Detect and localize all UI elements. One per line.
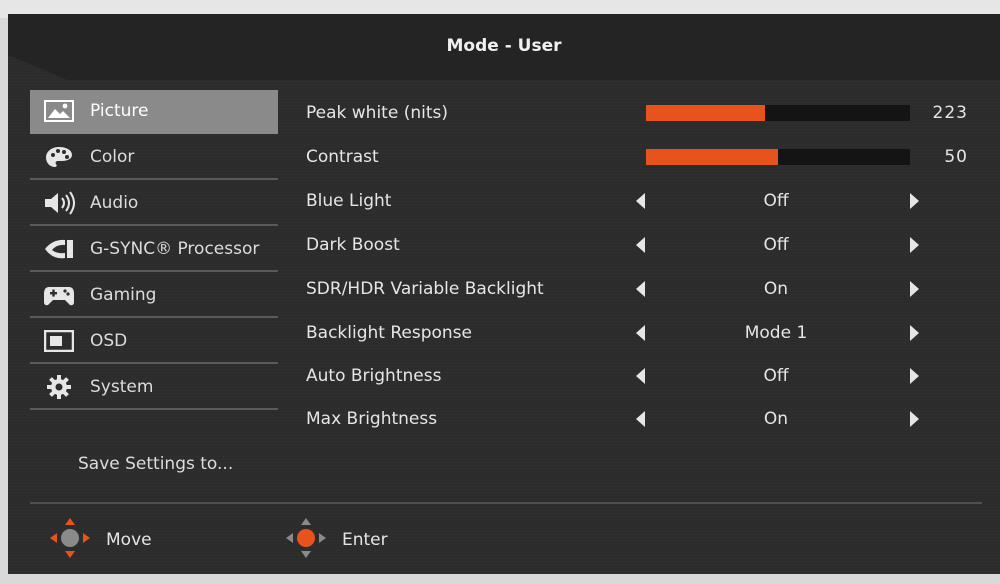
setting-label: Contrast — [306, 147, 379, 167]
slider-fill — [646, 149, 778, 165]
contrast-value: 50 — [944, 147, 968, 167]
setting-label: Backlight Response — [306, 323, 472, 343]
gamepad-icon — [42, 283, 76, 307]
setting-value: Off — [763, 235, 789, 255]
enter-hint: Enter — [284, 516, 388, 564]
arrow-left-icon[interactable] — [636, 368, 645, 384]
sidebar-item-label: System — [90, 377, 154, 397]
move-label: Move — [106, 530, 152, 550]
arrow-left-icon[interactable] — [636, 411, 645, 427]
arrow-right-icon[interactable] — [910, 237, 919, 253]
setting-value: Off — [763, 366, 789, 386]
setting-label: Dark Boost — [306, 235, 400, 255]
osd-icon — [42, 329, 76, 353]
contrast-row[interactable]: Contrast 50 — [306, 142, 986, 172]
setting-value: On — [763, 279, 789, 299]
enter-label: Enter — [342, 530, 388, 550]
sidebar-item-system[interactable]: System — [30, 366, 278, 410]
setting-value: On — [763, 409, 789, 429]
slider-fill — [646, 105, 765, 121]
sidebar-item-label: G-SYNC® Processor — [90, 239, 260, 259]
setting-label: SDR/HDR Variable Backlight — [306, 279, 544, 299]
save-settings-button[interactable]: Save Settings to... — [78, 454, 233, 474]
setting-value: Mode 1 — [744, 323, 808, 343]
sidebar-item-osd[interactable]: OSD — [30, 320, 278, 364]
nvidia-icon — [42, 237, 76, 261]
joystick-enter-icon — [284, 516, 328, 564]
arrow-right-icon[interactable] — [910, 193, 919, 209]
arrow-right-icon[interactable] — [910, 281, 919, 297]
footer-divider — [30, 502, 982, 504]
max-brightness-row[interactable]: Max Brightness On — [306, 404, 986, 434]
auto-brightness-row[interactable]: Auto Brightness Off — [306, 361, 986, 391]
arrow-left-icon[interactable] — [636, 325, 645, 341]
sidebar-item-label: OSD — [90, 331, 128, 351]
setting-value: Off — [763, 191, 789, 211]
sidebar-item-picture[interactable]: Picture — [30, 90, 278, 134]
setting-label: Blue Light — [306, 191, 392, 211]
picture-icon — [42, 99, 76, 123]
arrow-left-icon[interactable] — [636, 237, 645, 253]
move-hint: Move — [48, 516, 152, 564]
setting-label: Peak white (nits) — [306, 103, 448, 123]
contrast-slider[interactable] — [646, 149, 910, 165]
sidebar-item-label: Picture — [90, 101, 149, 121]
setting-label: Auto Brightness — [306, 366, 442, 386]
variable-backlight-row[interactable]: SDR/HDR Variable Backlight On — [306, 274, 986, 304]
page-title: Mode - User — [446, 36, 562, 56]
peak-white-slider[interactable] — [646, 105, 910, 121]
speaker-icon — [42, 191, 76, 215]
arrow-left-icon[interactable] — [636, 193, 645, 209]
sidebar-item-label: Gaming — [90, 285, 157, 305]
arrow-right-icon[interactable] — [910, 325, 919, 341]
joystick-move-icon — [48, 516, 92, 564]
sidebar: Picture Color Audio G-SYNC® Processor Ga… — [30, 90, 278, 412]
sidebar-item-gaming[interactable]: Gaming — [30, 274, 278, 318]
osd-screen: Mode - User Picture Color Audio G-SYNC® … — [8, 14, 1000, 574]
sidebar-item-gsync[interactable]: G-SYNC® Processor — [30, 228, 278, 272]
palette-icon — [42, 145, 76, 169]
arrow-right-icon[interactable] — [910, 411, 919, 427]
peak-white-row[interactable]: Peak white (nits) 223 — [306, 98, 986, 128]
setting-label: Max Brightness — [306, 409, 438, 429]
sidebar-item-color[interactable]: Color — [30, 136, 278, 180]
peak-white-value: 223 — [932, 103, 968, 123]
sidebar-item-label: Audio — [90, 193, 139, 213]
arrow-left-icon[interactable] — [636, 281, 645, 297]
arrow-right-icon[interactable] — [910, 368, 919, 384]
sidebar-item-label: Color — [90, 147, 135, 167]
blue-light-row[interactable]: Blue Light Off — [306, 186, 986, 216]
backlight-response-row[interactable]: Backlight Response Mode 1 — [306, 318, 986, 348]
dark-boost-row[interactable]: Dark Boost Off — [306, 230, 986, 260]
gear-icon — [42, 375, 76, 399]
sidebar-item-audio[interactable]: Audio — [30, 182, 278, 226]
